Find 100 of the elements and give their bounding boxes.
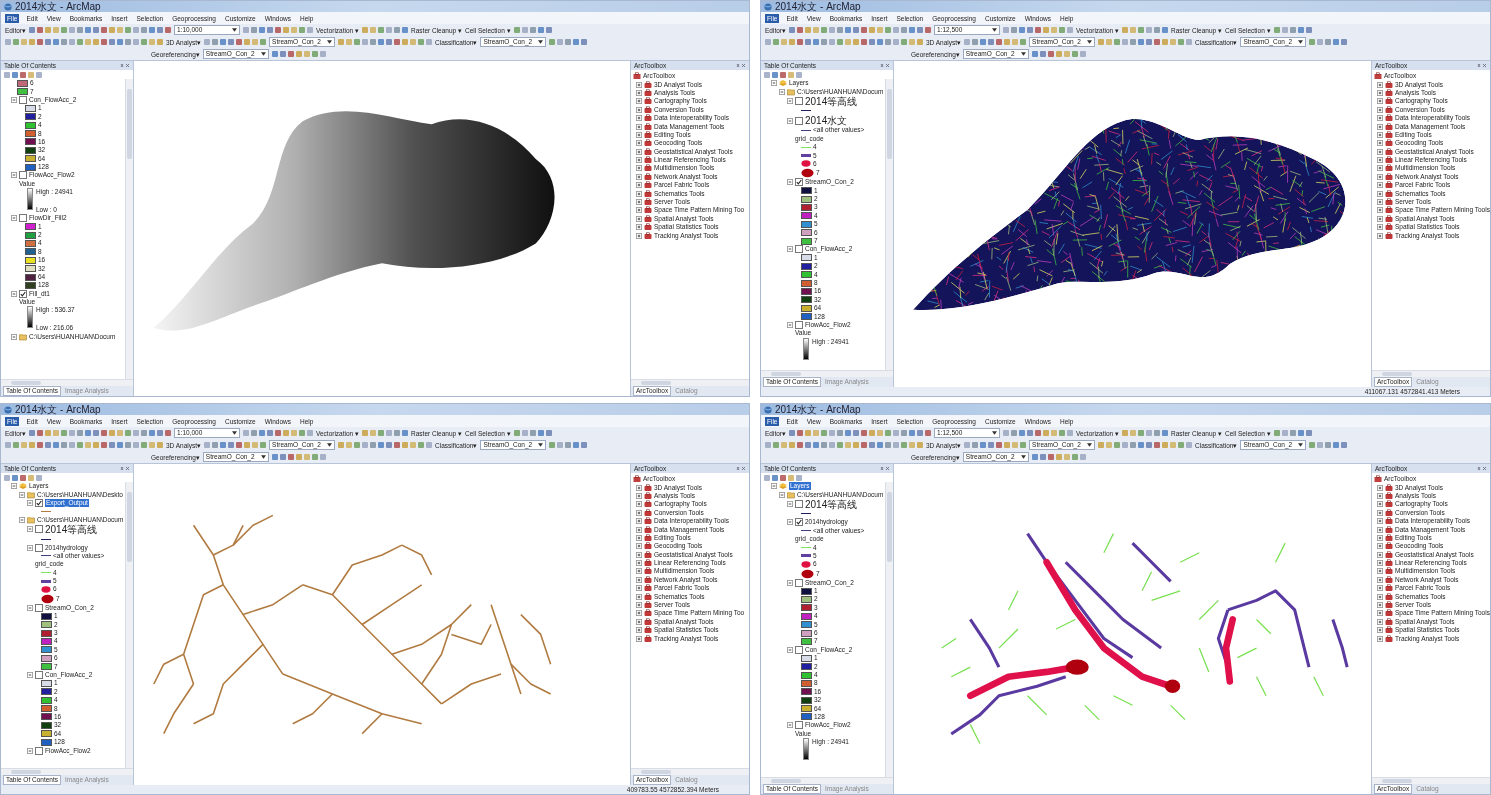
collapse-icon[interactable] (787, 179, 793, 186)
toolbar-icons[interactable] (964, 39, 1027, 45)
collapse-icon[interactable] (27, 672, 33, 678)
expand-icon[interactable] (636, 509, 642, 516)
layer-name[interactable]: 2014等高线 (45, 523, 98, 535)
expand-icon[interactable] (1377, 232, 1383, 239)
expand-icon[interactable] (636, 501, 642, 508)
scrollbar[interactable] (125, 79, 133, 379)
expand-icon[interactable] (1377, 115, 1383, 122)
expand-icon[interactable] (1377, 627, 1383, 634)
toolbar-icons[interactable] (271, 51, 326, 57)
expand-icon[interactable] (636, 568, 642, 575)
collapse-icon[interactable] (787, 646, 793, 653)
toolbar-icons[interactable] (362, 430, 408, 436)
collapse-icon[interactable] (11, 290, 17, 297)
toolbar-icons[interactable] (338, 442, 433, 448)
expand-icon[interactable] (636, 618, 642, 625)
checkbox[interactable] (19, 95, 27, 104)
expand-icon[interactable] (1377, 148, 1383, 155)
toolbar-icons[interactable] (549, 39, 588, 45)
expand-icon[interactable] (1377, 207, 1383, 214)
toolbar-icons[interactable] (29, 430, 171, 436)
checkbox[interactable] (795, 500, 803, 509)
collapse-icon[interactable] (787, 501, 793, 508)
collapse-icon[interactable] (27, 526, 33, 533)
expand-icon[interactable] (1377, 568, 1383, 575)
expand-icon[interactable] (1377, 501, 1383, 508)
checkbox[interactable] (795, 178, 803, 187)
expand-icon[interactable] (1377, 593, 1383, 600)
toolbar-icons[interactable] (204, 39, 267, 45)
layer-name[interactable]: 2014等高线 (805, 95, 858, 107)
checkbox[interactable] (35, 746, 43, 755)
toolbar-icons[interactable] (1309, 442, 1348, 448)
toolbar-icons[interactable] (1003, 430, 1073, 436)
expand-icon[interactable] (1377, 165, 1383, 172)
collapse-icon[interactable] (787, 246, 793, 253)
toolbar-icons[interactable] (765, 442, 923, 448)
checkbox[interactable] (35, 603, 43, 612)
expand-icon[interactable] (1377, 140, 1383, 147)
expand-icon[interactable] (1377, 131, 1383, 138)
toolbar-icons[interactable] (362, 27, 408, 33)
expand-icon[interactable] (636, 526, 642, 533)
toolbar-icons[interactable] (789, 27, 931, 33)
toc-toolbar-icons[interactable] (4, 71, 42, 78)
collapse-icon[interactable] (787, 579, 793, 586)
expand-icon[interactable] (1377, 106, 1383, 113)
expand-icon[interactable] (636, 207, 642, 214)
expand-icon[interactable] (636, 190, 642, 197)
expand-icon[interactable] (636, 115, 642, 122)
expand-icon[interactable] (1377, 98, 1383, 105)
expand-icon[interactable] (1377, 215, 1383, 222)
layer-name[interactable]: 2014等高线 (805, 498, 858, 510)
expand-icon[interactable] (636, 89, 642, 96)
expand-icon[interactable] (636, 518, 642, 525)
expand-icon[interactable] (636, 534, 642, 541)
expand-icon[interactable] (1377, 173, 1383, 180)
expand-icon[interactable] (1377, 182, 1383, 189)
toolbar-icons[interactable] (29, 27, 171, 33)
expand-icon[interactable] (636, 131, 642, 138)
expand-icon[interactable] (1377, 199, 1383, 206)
expand-icon[interactable] (636, 98, 642, 105)
collapse-icon[interactable] (11, 333, 17, 340)
expand-icon[interactable] (1377, 576, 1383, 583)
collapse-icon[interactable] (19, 491, 25, 498)
expand-icon[interactable] (636, 148, 642, 155)
expand-icon[interactable] (1377, 123, 1383, 130)
pin-close-icon[interactable] (120, 466, 130, 471)
expand-icon[interactable] (1377, 543, 1383, 550)
toolbar-icons[interactable] (1031, 51, 1086, 57)
collapse-icon[interactable] (11, 96, 17, 103)
collapse-icon[interactable] (11, 172, 17, 179)
toolbar-icons[interactable] (1122, 27, 1168, 33)
toc-toolbar-icons[interactable] (4, 474, 42, 481)
expand-icon[interactable] (636, 585, 642, 592)
toc-toolbar-icons[interactable] (764, 474, 802, 481)
toolbar-icons[interactable] (1309, 39, 1348, 45)
pin-close-icon[interactable] (736, 466, 746, 471)
expand-icon[interactable] (1377, 560, 1383, 567)
checkbox[interactable] (795, 116, 803, 125)
pin-close-icon[interactable] (1477, 466, 1487, 471)
expand-icon[interactable] (1377, 618, 1383, 625)
expand-icon[interactable] (636, 484, 642, 491)
collapse-icon[interactable] (787, 117, 793, 124)
toolbar-icons[interactable] (964, 442, 1027, 448)
checkbox[interactable] (795, 518, 803, 527)
collapse-icon[interactable] (787, 321, 793, 328)
expand-icon[interactable] (1377, 518, 1383, 525)
toolbar-icons[interactable] (1031, 454, 1086, 460)
collapse-icon[interactable] (779, 88, 785, 95)
collapse-icon[interactable] (787, 519, 793, 526)
expand-icon[interactable] (1377, 492, 1383, 499)
expand-icon[interactable] (636, 232, 642, 239)
expand-icon[interactable] (1377, 610, 1383, 617)
expand-icon[interactable] (1377, 635, 1383, 642)
expand-icon[interactable] (1377, 157, 1383, 164)
expand-icon[interactable] (636, 199, 642, 206)
expand-icon[interactable] (1377, 602, 1383, 609)
toolbar-icons[interactable] (549, 442, 588, 448)
expand-icon[interactable] (636, 215, 642, 222)
expand-icon[interactable] (636, 157, 642, 164)
